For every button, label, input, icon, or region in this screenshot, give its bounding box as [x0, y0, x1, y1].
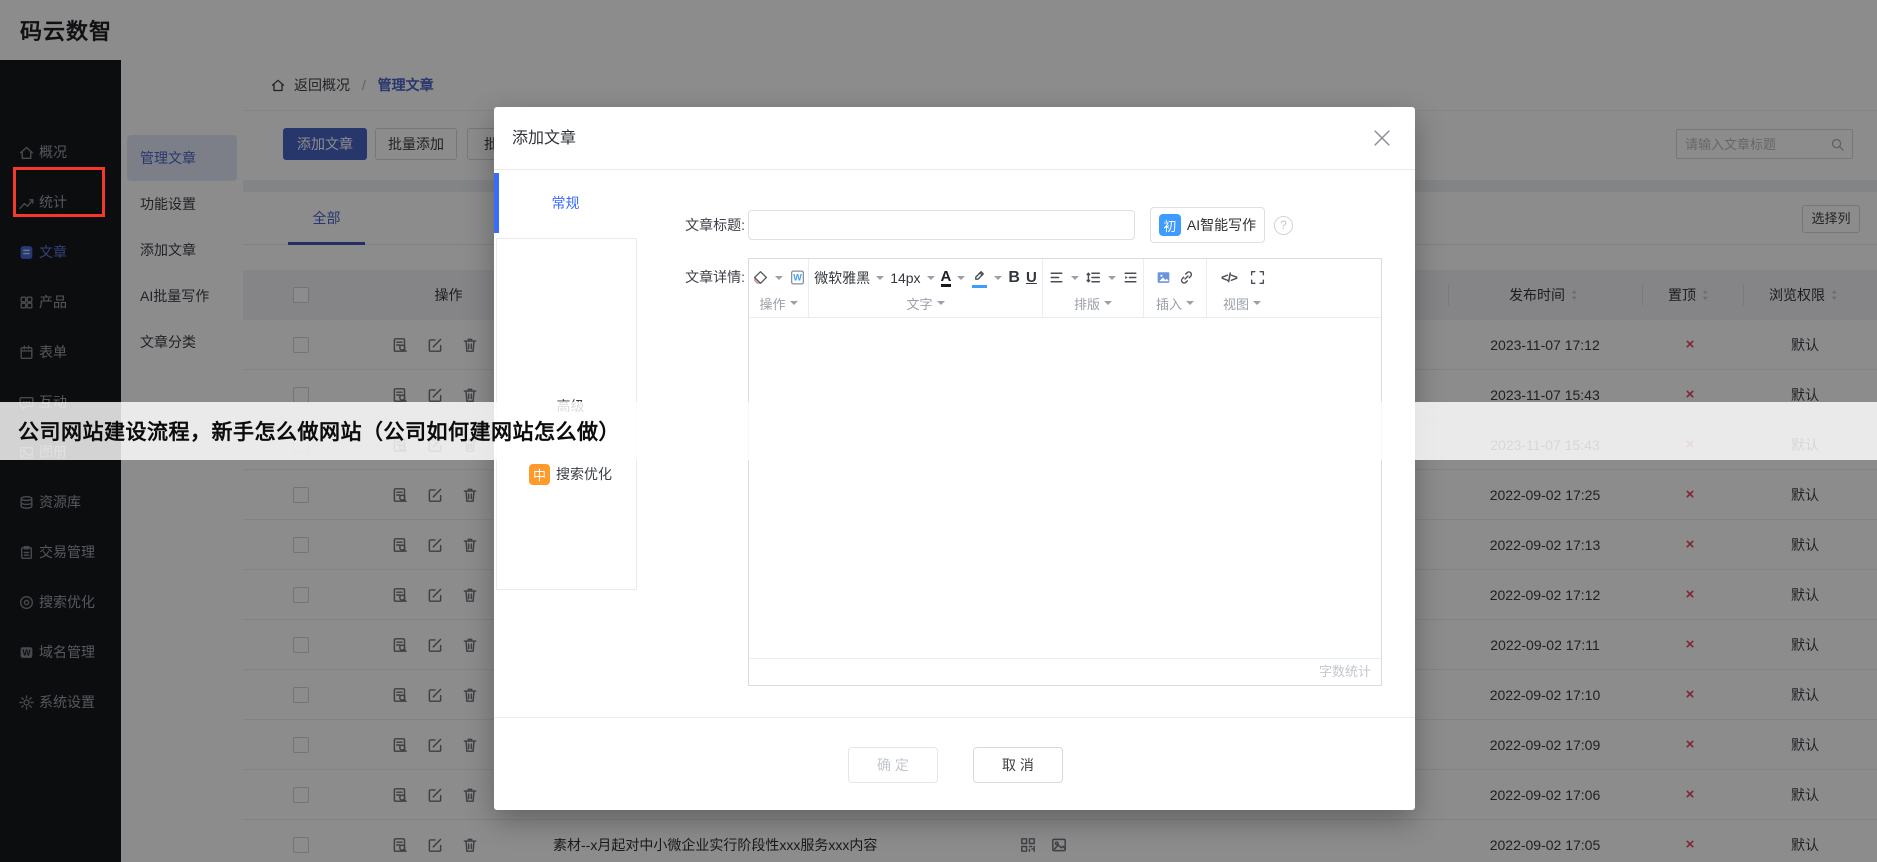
editor-toolbar: W 操作 微软雅黑 14px A B U 文字 排版 插入 </> 视图 [749, 259, 1381, 318]
align-icon[interactable] [1048, 269, 1065, 286]
modal-footer-divider [494, 717, 1415, 718]
article-detail-label: 文章详情: [685, 269, 745, 285]
dropdown-caret[interactable] [926, 275, 935, 284]
modal-tab-label: 常规 [551, 195, 580, 211]
dropdown-caret[interactable] [994, 275, 1003, 284]
app-root: 码云数智 概况 统计 文章 产品 表单 互动 图册 资源库 交易管 [0, 0, 1877, 862]
ai-write-button[interactable]: 初 AI智能写作 [1150, 207, 1265, 243]
group-label-ops[interactable]: 操作 [759, 294, 785, 313]
dropdown-caret [1104, 301, 1112, 309]
font-color-icon[interactable]: A [940, 269, 952, 287]
font-family-select[interactable]: 微软雅黑 [814, 268, 870, 288]
dropdown-caret[interactable] [774, 275, 783, 284]
svg-text:W: W [793, 273, 802, 283]
group-label-layout[interactable]: 排版 [1074, 294, 1100, 313]
rich-text-editor: W 操作 微软雅黑 14px A B U 文字 排版 插入 </> 视图 字数统… [748, 258, 1382, 686]
help-icon[interactable]: ? [1274, 216, 1293, 235]
dropdown-caret[interactable] [957, 275, 966, 284]
group-label-insert[interactable]: 插入 [1156, 294, 1182, 313]
group-label-text[interactable]: 文字 [906, 294, 932, 313]
dropdown-caret [789, 301, 798, 309]
highlight-color-icon[interactable] [971, 267, 988, 288]
line-height-icon[interactable] [1085, 269, 1102, 286]
confirm-button[interactable]: 确 定 [848, 747, 938, 783]
dropdown-caret[interactable] [1107, 275, 1116, 284]
source-code-icon[interactable]: </> [1221, 270, 1238, 285]
modal-tab-general[interactable]: 常规 [494, 185, 637, 221]
modal-tab-seo[interactable]: 中 搜索优化 [499, 456, 642, 492]
marker-icon [971, 267, 988, 284]
insert-link-icon[interactable] [1178, 269, 1195, 286]
group-label-view[interactable]: 视图 [1223, 294, 1249, 313]
article-title-input[interactable] [748, 210, 1135, 240]
word-import-icon[interactable]: W [789, 269, 806, 286]
article-title-label: 文章标题: [685, 217, 745, 233]
modal-title: 添加文章 [512, 130, 577, 147]
font-size-select[interactable]: 14px [890, 270, 920, 286]
annotation-highlight-box [13, 167, 105, 217]
modal-header: 添加文章 [494, 107, 1415, 170]
eraser-icon[interactable] [752, 269, 769, 286]
cancel-button[interactable]: 取 消 [973, 747, 1063, 783]
close-icon[interactable] [1371, 127, 1393, 149]
tooltip-banner-text: 公司网站建设流程，新手怎么做网站（公司如何建网站怎么做） [18, 421, 620, 444]
ai-badge-icon: 初 [1158, 214, 1181, 236]
dropdown-caret [1186, 301, 1194, 309]
bold-icon[interactable]: B [1008, 269, 1020, 287]
fullscreen-icon[interactable] [1249, 269, 1266, 286]
dropdown-caret[interactable] [876, 275, 885, 284]
editor-content-area[interactable] [749, 318, 1381, 660]
ai-write-label: AI智能写作 [1186, 217, 1257, 233]
insert-image-icon[interactable] [1155, 269, 1172, 286]
dropdown-caret[interactable] [1070, 275, 1079, 284]
dropdown-caret [1253, 301, 1262, 309]
seo-badge-icon: 中 [529, 463, 550, 485]
word-count: 字数统计 [749, 658, 1381, 685]
underline-icon[interactable]: U [1026, 269, 1037, 286]
dropdown-caret [936, 301, 945, 309]
indent-icon[interactable] [1122, 269, 1139, 286]
modal-tab-label: 搜索优化 [556, 466, 612, 482]
article-title-tooltip-banner: 公司网站建设流程，新手怎么做网站（公司如何建网站怎么做） [0, 402, 1877, 460]
